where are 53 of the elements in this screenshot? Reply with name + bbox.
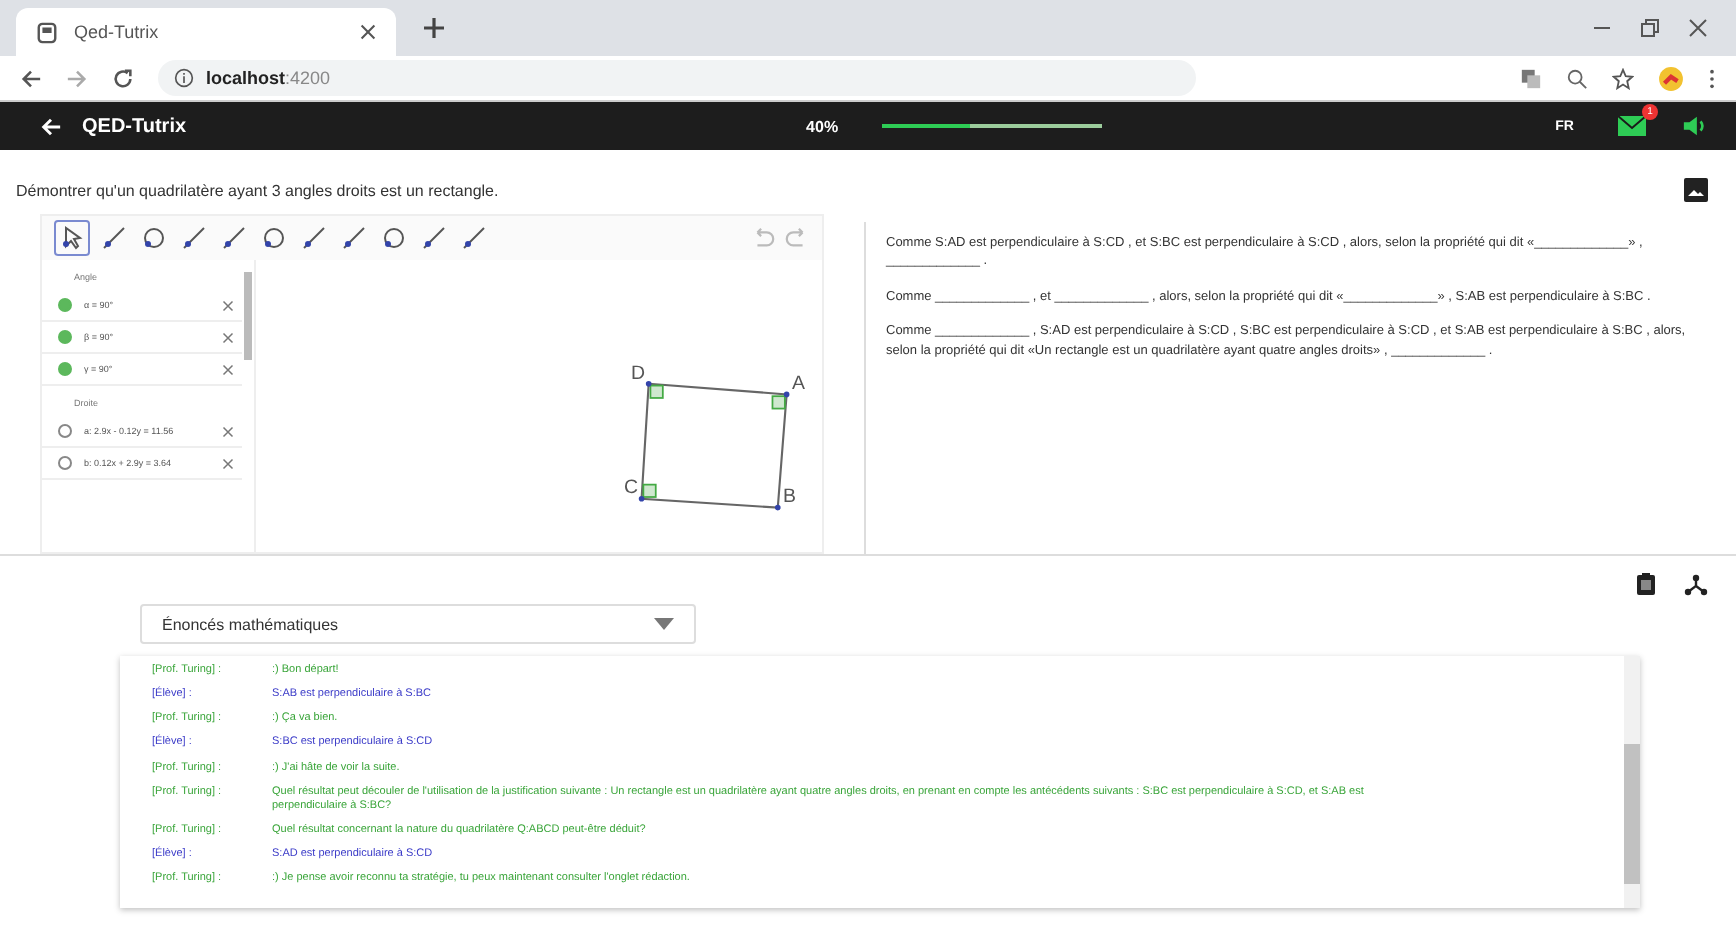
point-label: C [623, 477, 638, 500]
tool-icon[interactable] [98, 222, 130, 254]
visibility-toggle[interactable] [58, 330, 72, 344]
restore-icon[interactable] [1640, 18, 1660, 38]
zoom-icon[interactable] [1566, 67, 1588, 89]
visibility-toggle[interactable] [58, 424, 72, 438]
visibility-toggle[interactable] [58, 362, 72, 376]
extension-icon[interactable] [1658, 65, 1684, 91]
tool-icon[interactable] [178, 222, 210, 254]
app-title: QED-Tutrix [82, 115, 187, 137]
point-label: D [630, 362, 646, 385]
tool-icon[interactable] [138, 222, 170, 254]
tool-icon[interactable] [418, 222, 450, 254]
caret-icon [654, 618, 674, 630]
browser-tab[interactable]: Qed-Tutrix [16, 8, 396, 56]
visibility-toggle[interactable] [58, 298, 72, 312]
scrollbar[interactable] [244, 272, 252, 360]
close-icon[interactable] [1688, 18, 1708, 38]
tool-icon[interactable] [458, 222, 490, 254]
speaker-icon[interactable] [1682, 114, 1708, 138]
point-label: A [791, 373, 805, 396]
close-icon[interactable] [360, 24, 376, 40]
info-icon [174, 68, 194, 88]
tool-icon[interactable] [378, 222, 410, 254]
tab-title: Qed-Tutrix [74, 22, 161, 42]
dropdown[interactable]: Énoncés mathématiques [140, 604, 696, 644]
delete-icon[interactable] [222, 331, 234, 343]
tool-icon[interactable] [258, 222, 290, 254]
network-icon[interactable] [1684, 572, 1708, 596]
delete-icon[interactable] [222, 425, 234, 437]
star-icon[interactable] [1612, 67, 1634, 89]
progress-label: 40% [806, 117, 839, 135]
delete-icon[interactable] [222, 363, 234, 375]
menu-icon[interactable] [1708, 67, 1716, 89]
visibility-toggle[interactable] [58, 456, 72, 470]
tool-icon[interactable] [298, 222, 330, 254]
point-label: B [783, 486, 797, 509]
mail-icon[interactable] [1618, 116, 1646, 136]
tool-icon[interactable] [338, 222, 370, 254]
reload-icon[interactable] [112, 67, 134, 89]
translate-icon[interactable] [1520, 67, 1542, 89]
tool-icon[interactable] [54, 220, 90, 256]
delete-icon[interactable] [222, 299, 234, 311]
page-icon [36, 21, 58, 43]
tool-icon[interactable] [218, 222, 250, 254]
problem-statement: Démontrer qu'un quadrilatère ayant 3 angles droits est un rectangle. [16, 181, 499, 199]
address-field[interactable]: localhost:4200 [158, 60, 1196, 96]
back-icon[interactable] [20, 67, 42, 89]
clipboard-icon[interactable] [1636, 572, 1656, 596]
scrollbar[interactable] [1624, 656, 1640, 908]
delete-icon[interactable] [222, 457, 234, 469]
image-icon[interactable] [1684, 178, 1708, 202]
new-tab-icon[interactable] [424, 18, 444, 38]
